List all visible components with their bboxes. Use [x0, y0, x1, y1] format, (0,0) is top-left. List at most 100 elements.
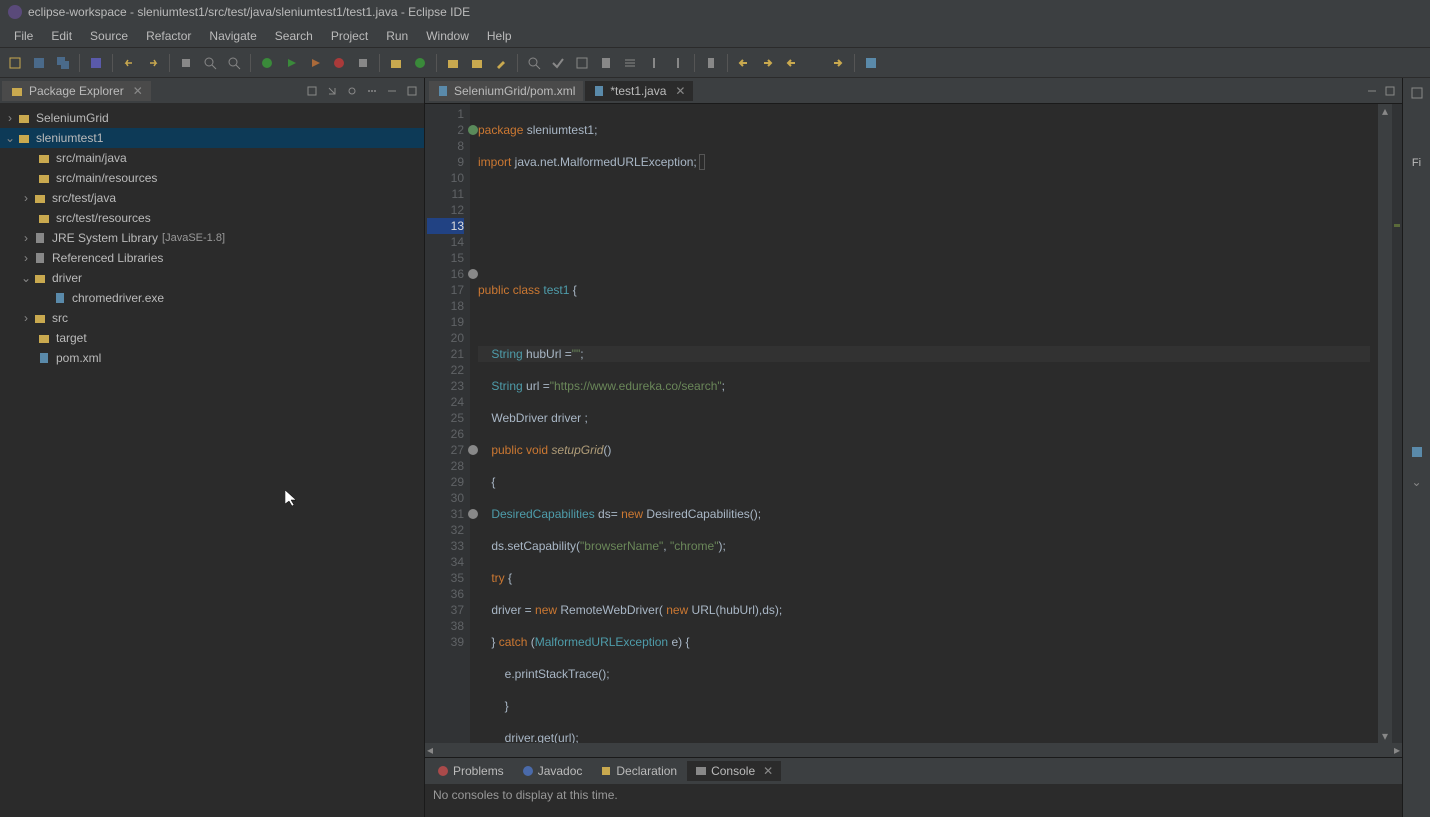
menu-search[interactable]: Search [267, 26, 321, 46]
menu-window[interactable]: Window [418, 26, 477, 46]
editor-tab-pom[interactable]: SeleniumGrid/pom.xml [429, 81, 583, 101]
view-menu-icon[interactable] [362, 81, 382, 101]
find-icon[interactable]: Fi [1406, 152, 1428, 174]
next-annotation-icon[interactable] [667, 52, 689, 74]
new-package-icon[interactable] [385, 52, 407, 74]
chevron-down-icon[interactable]: ⌄ [1406, 471, 1428, 493]
separator-icon [169, 54, 170, 72]
close-icon[interactable]: ✕ [133, 84, 143, 98]
menu-file[interactable]: File [6, 26, 41, 46]
link-editor-icon[interactable] [322, 81, 342, 101]
focus-icon[interactable] [342, 81, 362, 101]
save-icon[interactable] [28, 52, 50, 74]
console-icon [695, 765, 707, 777]
open-task-icon[interactable] [466, 52, 488, 74]
forward-history-icon[interactable] [757, 52, 779, 74]
tree-node-src-test-resources[interactable]: src/test/resources [0, 208, 424, 228]
back-icon[interactable] [781, 52, 803, 74]
pin-icon[interactable] [700, 52, 722, 74]
outline-icon[interactable] [571, 52, 593, 74]
declaration-icon [600, 765, 612, 777]
menu-navigate[interactable]: Navigate [201, 26, 264, 46]
run-last-icon[interactable] [328, 52, 350, 74]
maximize-icon[interactable] [1382, 83, 1398, 99]
package-explorer-panel: Package Explorer ✕ ›SeleniumGrid ⌄sleniu… [0, 78, 425, 817]
new-class-icon[interactable] [409, 52, 431, 74]
forward-icon[interactable] [827, 52, 849, 74]
horizontal-scrollbar[interactable]: ◂ ▸ [425, 743, 1402, 757]
run-icon[interactable] [280, 52, 302, 74]
separator-icon [517, 54, 518, 72]
maximize-icon[interactable] [402, 81, 422, 101]
minimize-icon[interactable] [1364, 83, 1380, 99]
paste-icon[interactable] [595, 52, 617, 74]
coverage-icon[interactable] [304, 52, 326, 74]
bottom-tab-bar: Problems Javadoc Declaration Console ✕ [425, 758, 1402, 784]
toggle-mark-icon[interactable] [547, 52, 569, 74]
vertical-scrollbar[interactable]: ▴ ▾ [1378, 104, 1392, 743]
perspective-icon[interactable] [860, 52, 882, 74]
list-icon[interactable] [619, 52, 641, 74]
overview-ruler[interactable] [1392, 104, 1402, 743]
zoom-in-icon[interactable] [223, 52, 245, 74]
back-history-icon[interactable] [733, 52, 755, 74]
search-icon[interactable] [523, 52, 545, 74]
package-explorer-header: Package Explorer ✕ [0, 78, 424, 104]
tree-node-chromedriver[interactable]: chromedriver.exe [0, 288, 424, 308]
java-file-icon [593, 85, 605, 97]
prev-annotation-icon[interactable] [643, 52, 665, 74]
tree-node-target[interactable]: target [0, 328, 424, 348]
separator-icon [694, 54, 695, 72]
minimize-icon[interactable] [382, 81, 402, 101]
separator-icon [250, 54, 251, 72]
scroll-down-icon[interactable]: ▾ [1378, 729, 1392, 743]
tree-node-src[interactable]: ›src [0, 308, 424, 328]
tree-node-ref-libraries[interactable]: ›Referenced Libraries [0, 248, 424, 268]
scroll-left-icon[interactable]: ◂ [427, 743, 433, 757]
redo-icon[interactable] [142, 52, 164, 74]
editor-body[interactable]: 1 2 8 9 10 11 12 13 14 15 16 17 18 19 20… [425, 104, 1402, 743]
marker-icon[interactable] [490, 52, 512, 74]
debug-icon[interactable] [256, 52, 278, 74]
window-title: eclipse-workspace - sleniumtest1/src/tes… [28, 5, 470, 19]
tree-node-seleniumgrid[interactable]: ›SeleniumGrid [0, 108, 424, 128]
menu-project[interactable]: Project [323, 26, 376, 46]
tree-node-jre-library[interactable]: ›JRE System Library[JavaSE-1.8] [0, 228, 424, 248]
code-editor[interactable]: package sleniumtest1; import java.net.Ma… [470, 104, 1378, 743]
tree-node-src-main-java[interactable]: src/main/java [0, 148, 424, 168]
menu-bar: File Edit Source Refactor Navigate Searc… [0, 24, 1430, 48]
outline-view-icon[interactable] [1406, 82, 1428, 104]
build-icon[interactable] [175, 52, 197, 74]
scroll-up-icon[interactable]: ▴ [1378, 104, 1392, 118]
menu-refactor[interactable]: Refactor [138, 26, 199, 46]
tree-node-pom-xml[interactable]: pom.xml [0, 348, 424, 368]
new-icon[interactable] [4, 52, 26, 74]
menu-edit[interactable]: Edit [43, 26, 80, 46]
tab-javadoc[interactable]: Javadoc [514, 761, 591, 781]
tab-problems[interactable]: Problems [429, 761, 512, 781]
zoom-out-icon[interactable] [199, 52, 221, 74]
menu-run[interactable]: Run [378, 26, 416, 46]
tree-node-sleniumtest1[interactable]: ⌄sleniumtest1 [0, 128, 424, 148]
scroll-right-icon[interactable]: ▸ [1394, 743, 1400, 757]
menu-source[interactable]: Source [82, 26, 136, 46]
close-icon[interactable]: ✕ [763, 764, 773, 778]
separator-icon [854, 54, 855, 72]
task-list-icon[interactable] [1406, 442, 1428, 464]
collapse-all-icon[interactable] [302, 81, 322, 101]
toggle-breakpoint-icon[interactable] [85, 52, 107, 74]
tab-console[interactable]: Console ✕ [687, 761, 781, 781]
editor-tab-test1[interactable]: *test1.java ✕ [585, 81, 693, 101]
close-icon[interactable]: ✕ [675, 84, 685, 98]
open-type-icon[interactable] [442, 52, 464, 74]
tab-declaration[interactable]: Declaration [592, 761, 685, 781]
tree-node-driver[interactable]: ⌄driver [0, 268, 424, 288]
save-all-icon[interactable] [52, 52, 74, 74]
tree-node-src-test-java[interactable]: ›src/test/java [0, 188, 424, 208]
package-explorer-tab[interactable]: Package Explorer ✕ [2, 81, 151, 101]
tree-node-src-main-resources[interactable]: src/main/resources [0, 168, 424, 188]
undo-icon[interactable] [118, 52, 140, 74]
external-tools-icon[interactable] [352, 52, 374, 74]
menu-help[interactable]: Help [479, 26, 520, 46]
eclipse-logo-icon [8, 5, 22, 19]
